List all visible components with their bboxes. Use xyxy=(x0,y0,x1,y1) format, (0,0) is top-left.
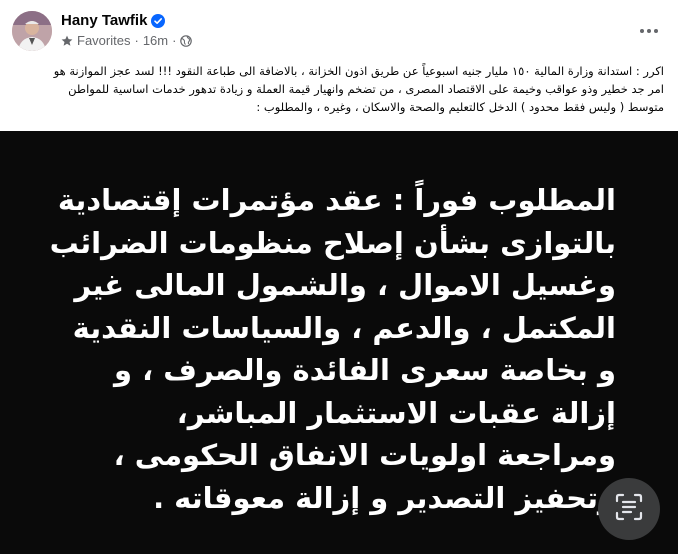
post-header: Hany Tawfik Favorites · 16m · xyxy=(0,0,678,62)
globe-icon xyxy=(180,34,193,47)
meta-separator: · xyxy=(134,33,139,48)
author-name[interactable]: Hany Tawfik xyxy=(61,12,147,29)
audience-label[interactable]: Favorites xyxy=(77,33,130,48)
avatar[interactable] xyxy=(12,11,52,51)
image-text-line: وتحفيز التصدير و إزالة معوقاته . xyxy=(153,480,616,515)
image-text-line: إزالة عقبات الاستثمار المباشر، xyxy=(176,395,616,430)
post-body-line: اكرر : استدانة وزارة المالية ١٥٠ مليار ج… xyxy=(53,64,664,78)
meta-separator: · xyxy=(172,33,177,48)
more-options-icon xyxy=(639,18,659,39)
post-meta: Favorites · 16m · xyxy=(61,33,193,48)
post-author[interactable]: Hany Tawfik xyxy=(61,12,166,29)
verified-badge-icon xyxy=(151,13,166,28)
image-text-line: المطلوب فوراً : عقد مؤتمرات إقتصادية xyxy=(57,183,616,217)
text-scan-icon xyxy=(614,492,644,526)
image-text-line: المكتمل ، والدعم ، والسياسات النقدية xyxy=(72,310,616,345)
post-body-line: متوسط ( وليس فقط محدود ) الدخل كالتعليم … xyxy=(256,100,664,114)
post-timestamp[interactable]: 16m xyxy=(143,33,168,48)
image-text-line: بالتوازى بشأن إصلاح منظومات الضرائب xyxy=(49,225,616,260)
post-body: اكرر : استدانة وزارة المالية ١٥٠ مليار ج… xyxy=(14,62,664,116)
image-text-line: ومراجعة اولويات الانفاق الحكومى ، xyxy=(113,438,616,472)
post-body-line: امر جد خطير وذو عواقب وخيمة على الاقتصاد… xyxy=(68,82,664,96)
star-icon xyxy=(61,35,73,47)
image-text-line: و بخاصة سعرى الفائدة والصرف ، و xyxy=(114,353,616,387)
post-image[interactable]: المطلوب فوراً : عقد مؤتمرات إقتصادية بال… xyxy=(0,131,678,554)
image-text-block: المطلوب فوراً : عقد مؤتمرات إقتصادية بال… xyxy=(30,179,616,519)
more-options-button[interactable] xyxy=(634,16,664,40)
text-scan-button[interactable] xyxy=(598,478,660,540)
image-text-line: وغسيل الاموال ، والشمول المالى غير xyxy=(74,268,616,302)
